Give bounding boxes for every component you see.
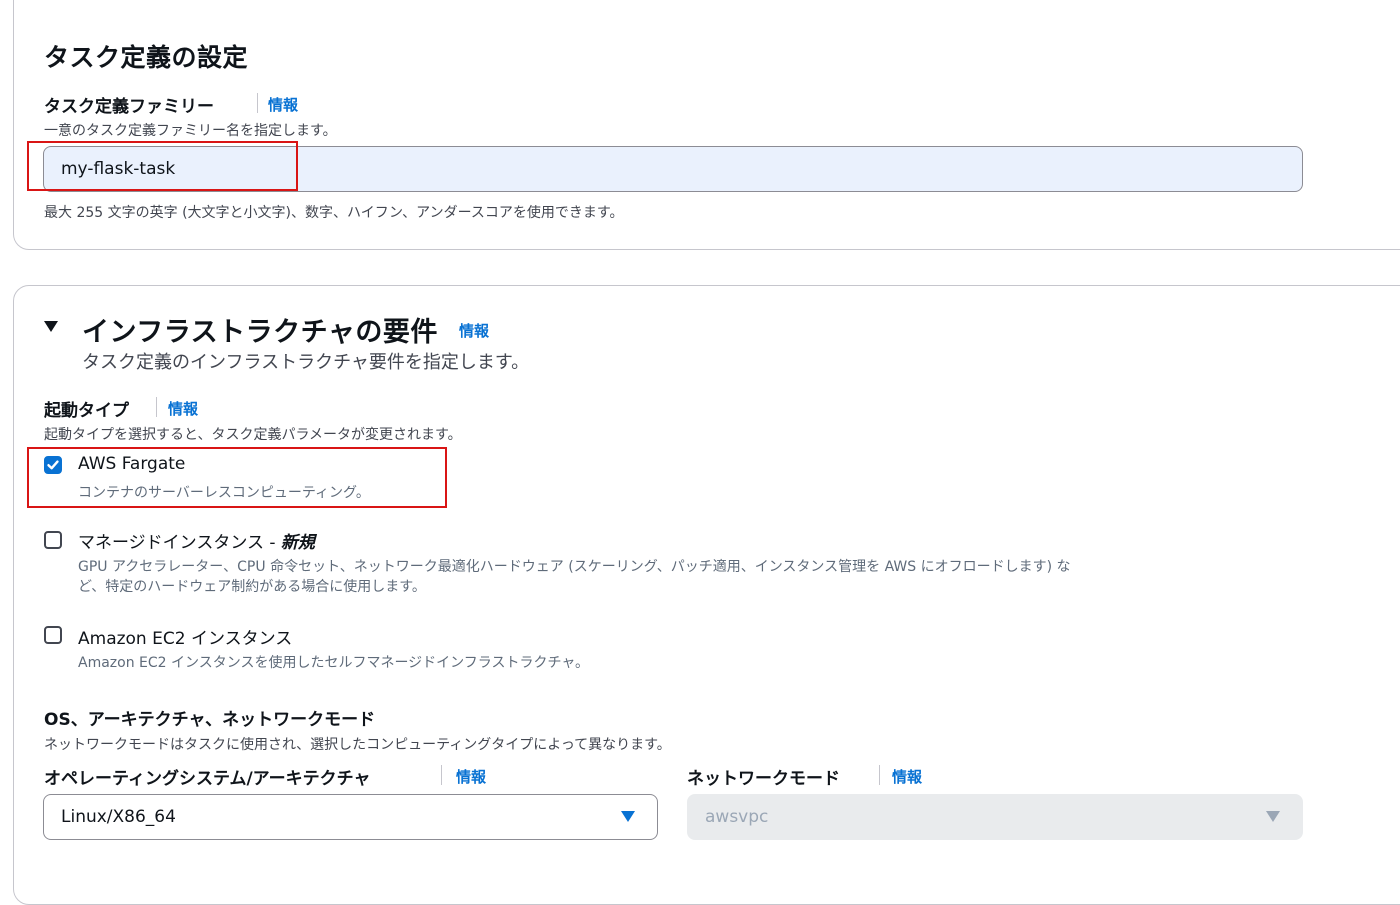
- managed-instances-description-line2: ど、特定のハードウェア制約がある場合に使用します。: [78, 579, 426, 595]
- network-mode-value: awsvpc: [705, 807, 769, 827]
- os-architecture-select[interactable]: Linux/X86_64: [43, 794, 658, 840]
- launch-type-description: 起動タイプを選択すると、タスク定義パラメータが変更されます。: [44, 427, 462, 443]
- managed-instances-description-line1: GPU アクセラレーター、CPU 命令セット、ネットワーク最適化ハードウェア (…: [78, 559, 1071, 575]
- task-definition-heading: タスク定義の設定: [44, 43, 249, 72]
- os-network-label: OS、アーキテクチャ、ネットワークモード: [44, 710, 376, 730]
- os-architecture-value: Linux/X86_64: [61, 807, 176, 827]
- family-description: 一意のタスク定義ファミリー名を指定します。: [44, 123, 337, 139]
- dropdown-caret-icon: [1266, 811, 1280, 822]
- collapse-caret-icon[interactable]: [44, 321, 58, 332]
- family-info-link[interactable]: 情報: [268, 94, 298, 115]
- infrastructure-info-link[interactable]: 情報: [459, 320, 489, 341]
- managed-instances-title[interactable]: マネージドインスタンス - 新規: [78, 528, 315, 553]
- family-label: タスク定義ファミリー: [44, 97, 214, 117]
- highlight-box: [27, 141, 298, 191]
- launch-type-info-link[interactable]: 情報: [168, 398, 198, 419]
- infrastructure-description: タスク定義のインフラストラクチャ要件を指定します。: [82, 352, 530, 373]
- separator: [156, 397, 157, 417]
- network-mode-select: awsvpc: [687, 794, 1303, 840]
- managed-instances-checkbox[interactable]: [44, 531, 62, 549]
- os-architecture-info-link[interactable]: 情報: [456, 766, 486, 787]
- dropdown-caret-icon[interactable]: [621, 811, 635, 822]
- launch-type-label: 起動タイプ: [44, 401, 129, 421]
- highlight-box: [27, 447, 447, 508]
- network-mode-info-link[interactable]: 情報: [892, 766, 922, 787]
- infrastructure-heading[interactable]: インフラストラクチャの要件: [82, 310, 438, 349]
- network-mode-label: ネットワークモード: [687, 769, 840, 789]
- os-architecture-label: オペレーティングシステム/アーキテクチャ: [44, 769, 371, 789]
- family-hint: 最大 255 文字の英字 (大文字と小文字)、数字、ハイフン、アンダースコアを使…: [44, 205, 624, 221]
- ec2-instances-description: Amazon EC2 インスタンスを使用したセルフマネージドインフラストラクチャ…: [78, 655, 590, 671]
- separator: [879, 765, 880, 785]
- os-network-description: ネットワークモードはタスクに使用され、選択したコンピューティングタイプによって異…: [44, 737, 671, 753]
- separator: [257, 93, 258, 113]
- new-badge: 新規: [280, 533, 315, 553]
- ec2-instances-checkbox[interactable]: [44, 626, 62, 644]
- separator: [441, 765, 442, 785]
- ec2-instances-title[interactable]: Amazon EC2 インスタンス: [78, 624, 292, 649]
